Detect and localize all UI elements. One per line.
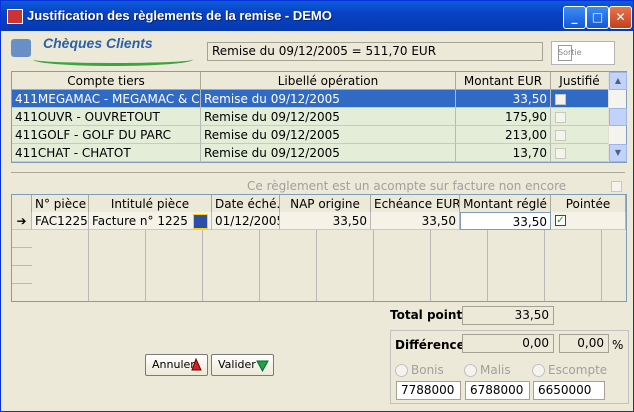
app-icon <box>7 9 23 24</box>
window-title: Justification des règlements de la remis… <box>27 8 332 23</box>
table-row[interactable]: 411GOLF - GOLF DU PARC Remise du 09/12/2… <box>12 126 609 144</box>
title-bar[interactable]: Justification des règlements de la remis… <box>1 1 633 31</box>
cell-num-piece: FAC1225 <box>32 212 89 230</box>
annuler-label: Annuler <box>152 358 195 371</box>
validate-icon <box>256 360 269 372</box>
intitule-text: Facture n° 1225 <box>92 214 188 228</box>
accounts-grid[interactable]: Compte tiers Libellé opération Montant E… <box>11 71 627 163</box>
malis-account-field[interactable]: 6788000 <box>465 381 530 400</box>
scroll-up-arrow-icon[interactable]: ▲ <box>609 72 627 90</box>
total-pointe-label: Total pointé <box>390 308 471 322</box>
cell-justifie <box>551 126 609 144</box>
bonis-account-field[interactable]: 7788000 <box>396 381 461 400</box>
justifie-checkbox[interactable] <box>555 130 566 141</box>
exit-door-icon <box>558 45 572 61</box>
cell-date-echeance: 01/12/2005 <box>212 212 280 230</box>
cell-compte: 411MEGAMAC - MEGAMAC & Co <box>12 90 201 108</box>
annuler-button[interactable]: Annuler <box>145 354 208 376</box>
accounts-scrollbar[interactable]: ▲ ▼ <box>608 72 627 162</box>
cell-compte: 411CHAT - CHATOT <box>12 144 201 162</box>
justifie-checkbox[interactable] <box>555 112 566 123</box>
remise-summary: Remise du 09/12/2005 = 511,70 EUR <box>207 42 543 61</box>
escompte-label: Escompte <box>548 363 608 377</box>
col-intitule-piece[interactable]: Intitulé pièce <box>89 195 212 213</box>
bonis-radio[interactable] <box>395 364 408 377</box>
app-window: Justification des règlements de la remis… <box>0 0 634 412</box>
cell-intitule-piece: Facture n° 1225 <box>89 212 212 230</box>
table-row[interactable]: 411CHAT - CHATOT Remise du 09/12/2005 13… <box>12 144 609 162</box>
scroll-down-arrow-icon[interactable]: ▼ <box>609 144 627 162</box>
document-icon[interactable] <box>193 214 208 229</box>
cell-libelle: Remise du 09/12/2005 <box>201 108 456 126</box>
table-row[interactable]: 411OUVR - OUVRETOUT Remise du 09/12/2005… <box>12 108 609 126</box>
difference-value: 0,00 <box>462 334 554 353</box>
table-row[interactable]: 411MEGAMAC - MEGAMAC & Co Remise du 09/1… <box>12 90 609 108</box>
justifie-checkbox[interactable] <box>555 94 566 105</box>
col-pointee[interactable]: Pointée <box>551 195 626 213</box>
maximize-button[interactable]: □ <box>586 6 609 29</box>
minimize-button[interactable]: _ <box>563 6 586 29</box>
cell-libelle: Remise du 09/12/2005 <box>201 90 456 108</box>
cell-justifie <box>551 108 609 126</box>
cell-echeance-eur: 33,50 <box>371 212 460 230</box>
col-num-piece[interactable]: N° pièce <box>32 195 89 213</box>
cell-montant: 13,70 <box>456 144 551 162</box>
escompte-account-field[interactable]: 6650000 <box>533 381 605 400</box>
cell-justifie <box>551 144 609 162</box>
bonis-label: Bonis <box>411 363 444 377</box>
valider-label: Valider <box>218 358 256 371</box>
invoices-grid[interactable]: N° pièce Intitulé pièce Date éché. NAP o… <box>11 194 627 302</box>
montant-regle-input[interactable]: 33,50 <box>460 212 551 230</box>
cell-compte: 411GOLF - GOLF DU PARC <box>12 126 201 144</box>
cell-compte: 411OUVR - OUVRETOUT <box>12 108 201 126</box>
section-divider <box>11 172 625 173</box>
invoices-header-row: N° pièce Intitulé pièce Date éché. NAP o… <box>12 195 626 213</box>
cell-montant: 175,90 <box>456 108 551 126</box>
col-indicator <box>12 195 32 213</box>
cell-nap-origine: 33,50 <box>280 212 371 230</box>
acompte-checkbox[interactable] <box>611 181 622 192</box>
table-row[interactable]: ➔ FAC1225 Facture n° 1225 01/12/2005 33,… <box>12 212 626 230</box>
logo-swoosh <box>33 53 193 66</box>
people-icon <box>11 39 31 57</box>
malis-label: Malis <box>480 363 511 377</box>
sortie-button[interactable]: Sortie <box>551 41 615 65</box>
escompte-radio[interactable] <box>532 364 545 377</box>
percent-sign: % <box>612 338 624 352</box>
valider-button[interactable]: Valider <box>211 354 274 376</box>
cell-libelle: Remise du 09/12/2005 <box>201 126 456 144</box>
col-nap-origine[interactable]: NAP origine <box>280 195 371 213</box>
cancel-icon <box>191 358 202 371</box>
difference-label: Différence <box>395 338 465 352</box>
logo-text: Chèques Clients <box>43 35 153 51</box>
difference-percent: 0,00 <box>559 334 609 353</box>
col-echeance-eur[interactable]: Echéance EUR <box>371 195 460 213</box>
row-indicator-column <box>12 230 32 301</box>
col-libelle-operation[interactable]: Libellé opération <box>201 72 456 90</box>
accounts-header-row: Compte tiers Libellé opération Montant E… <box>12 72 609 90</box>
col-date-echeance[interactable]: Date éché. <box>212 195 280 213</box>
cheques-clients-logo: Chèques Clients <box>11 35 193 66</box>
current-row-arrow-icon: ➔ <box>12 212 32 230</box>
total-pointe-value: 33,50 <box>462 306 554 325</box>
pointee-checkbox[interactable]: ✓ <box>555 215 566 226</box>
col-justifie[interactable]: Justifié <box>551 72 609 90</box>
cell-justifie <box>551 90 609 108</box>
empty-grid-area <box>32 230 626 301</box>
col-montant-regle[interactable]: Montant réglé <box>460 195 551 213</box>
scroll-thumb[interactable] <box>609 108 627 126</box>
cell-montant: 33,50 <box>456 90 551 108</box>
close-button[interactable]: ✕ <box>609 6 632 29</box>
col-compte-tiers[interactable]: Compte tiers <box>12 72 201 90</box>
col-montant-eur[interactable]: Montant EUR <box>456 72 551 90</box>
malis-radio[interactable] <box>464 364 477 377</box>
cell-pointee: ✓ <box>551 212 626 230</box>
cell-libelle: Remise du 09/12/2005 <box>201 144 456 162</box>
justifie-checkbox[interactable] <box>555 148 566 159</box>
cell-montant: 213,00 <box>456 126 551 144</box>
